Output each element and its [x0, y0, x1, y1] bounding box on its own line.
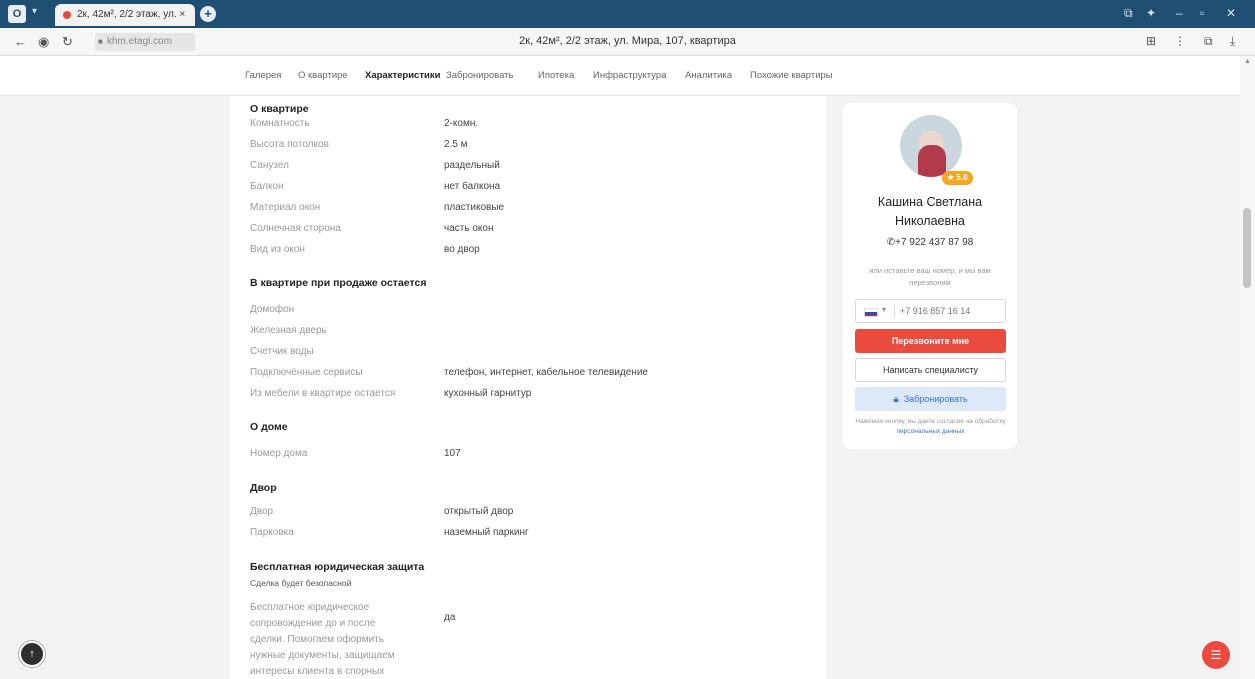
scrollbar-thumb[interactable] [1243, 208, 1251, 288]
nav-infrastructure[interactable]: Инфраструктура [593, 70, 666, 81]
download-icon[interactable]: ⤓ [1230, 34, 1235, 49]
section-title: Бесплатная юридическая защита [250, 561, 425, 573]
more-icon[interactable]: ⋮ [1174, 34, 1186, 48]
nav-analytics[interactable]: Аналитика [685, 70, 732, 81]
scrollbar[interactable] [1240, 56, 1255, 679]
row-label: Парковка [250, 527, 294, 538]
row-label: Солнечная сторона [250, 223, 341, 234]
row-value: да [444, 612, 456, 623]
row-value: пластиковые [444, 202, 505, 213]
book-button-label: Забронировать [903, 394, 968, 404]
scroll-up-icon[interactable]: ▲ [1244, 58, 1251, 65]
phone-input[interactable] [900, 303, 1000, 319]
row-value: наземный паркинг [444, 527, 529, 538]
row-label: Комнатность [250, 118, 310, 129]
rating-value: 5.0 [956, 173, 968, 182]
tab-title: 2к, 42м², 2/2 этаж, ул. × [77, 9, 186, 20]
write-specialist-button[interactable]: Написать специалисту [855, 358, 1006, 382]
scroll-to-top-button[interactable]: ↑ [19, 641, 45, 667]
section-title: Двор [250, 482, 277, 494]
close-window-icon[interactable]: ✕ [1226, 6, 1236, 20]
chat-button[interactable]: ☰ [1202, 641, 1230, 669]
row-label: Номер дома [250, 448, 308, 459]
nav-book[interactable]: Забронировать [446, 70, 513, 81]
maximize-icon[interactable]: ▫ [1200, 6, 1204, 20]
new-tab-button[interactable]: + [200, 6, 216, 22]
row-label: Материал окон [250, 202, 321, 213]
callback-button[interactable]: Перезвоните мне [855, 329, 1006, 353]
avatar[interactable] [900, 115, 962, 177]
nav-similar[interactable]: Похожие квартиры [750, 70, 833, 81]
flag-icon[interactable] [864, 308, 878, 317]
row-label: Из мебели в квартире остается [250, 388, 396, 399]
chat-icon: ☰ [1210, 648, 1222, 662]
section-title: В квартире при продаже остается [250, 277, 427, 289]
row-label: Высота потолков [250, 139, 329, 150]
divider [894, 304, 895, 318]
row-value: кухонный гарнитур [444, 388, 532, 399]
section-title: О доме [250, 421, 288, 433]
chevron-down-icon[interactable]: ▾ [882, 305, 886, 314]
rating-badge: ★ 5.0 [942, 171, 973, 185]
row-value: открытый двор [444, 506, 514, 517]
bookmarks-icon[interactable]: ⊞ [1146, 34, 1156, 48]
avatar-figure [918, 145, 946, 177]
chevron-down-icon[interactable]: ▾ [32, 6, 37, 17]
row-label: Домофон [250, 304, 295, 315]
nav-about[interactable]: О квартире [298, 70, 348, 81]
row-label: Бесплатное юридическое сопровождение до … [250, 602, 395, 677]
screenshot-icon[interactable]: ⧉ [1124, 6, 1133, 21]
row-value: 2-комн. [444, 118, 479, 129]
row-value: во двор [444, 244, 480, 255]
phone-icon: ✆ [886, 237, 896, 248]
browser-tab[interactable]: 2к, 42м², 2/2 этаж, ул. × [55, 4, 195, 26]
row-label: Двор [250, 506, 274, 517]
agent-card: ★ 5.0 Кашина Светлана Николаевна ✆+7 922… [843, 103, 1017, 449]
favicon-icon [63, 11, 71, 19]
row-value: телефон, интернет, кабельное телевидение [444, 367, 648, 378]
lock-icon: 🔒︎ [893, 394, 899, 405]
legal-note: Нажимая кнопку, вы даете согласие на обр… [855, 417, 1006, 437]
section-title: О квартире [250, 103, 309, 115]
row-value: 2.5 м [444, 139, 468, 150]
characteristics-panel: О квартире Комнатность 2-комн. Высота по… [230, 96, 826, 679]
row-value: нет балкона [444, 181, 501, 192]
row-label: Санузел [250, 160, 289, 171]
minimize-icon[interactable]: – [1176, 6, 1183, 20]
agent-phone-number: +7 922 437 87 98 [895, 237, 974, 248]
collections-icon[interactable]: ⧉ [1204, 34, 1213, 49]
phone-field[interactable]: ▾ [855, 299, 1006, 323]
privacy-link[interactable]: персональных данных [897, 428, 965, 435]
callback-note: или оставьте ваш номер, и мы вам перезво… [869, 266, 991, 287]
section-subtitle: Сделка будет безопасной [250, 578, 352, 588]
row-label: Подключённые сервисы [250, 367, 363, 378]
row-label: Железная дверь [250, 325, 327, 336]
book-button[interactable]: 🔒︎ Забронировать [855, 387, 1006, 411]
address-bar: ← ◉ ↻ ■ khm.etagi.com 2к, 42м², 2/2 этаж… [0, 28, 1255, 56]
legal-text: Нажимая кнопку, вы даете согласие на обр… [855, 418, 1006, 425]
row-value: 107 [444, 448, 461, 459]
row-label: Счетчик воды [250, 346, 314, 357]
page-title: 2к, 42м², 2/2 этаж, ул. Мира, 107, кварт… [519, 35, 736, 47]
row-value: часть окон [444, 223, 494, 234]
row-label: Балкон [250, 181, 284, 192]
agent-phone[interactable]: ✆+7 922 437 87 98 [843, 237, 1017, 248]
nav-mortgage[interactable]: Ипотека [538, 70, 574, 81]
nav-characteristics[interactable]: Характеристики [365, 70, 440, 81]
extension-icon[interactable]: ✦ [1146, 6, 1156, 20]
nav-gallery[interactable]: Галерея [245, 70, 281, 81]
page-nav: Галерея О квартире Характеристики Заброн… [0, 56, 1240, 96]
browser-tabbar: O ▾ 2к, 42м², 2/2 этаж, ул. × + ⧉ ✦ – ▫ … [0, 0, 1255, 28]
row-label: Вид из окон [250, 244, 305, 255]
browser-menu-icon[interactable]: O [8, 5, 26, 23]
row-value: раздельный [444, 160, 500, 171]
agent-name-first[interactable]: Кашина Светлана [843, 195, 1017, 209]
agent-name-last[interactable]: Николаевна [843, 214, 1017, 228]
